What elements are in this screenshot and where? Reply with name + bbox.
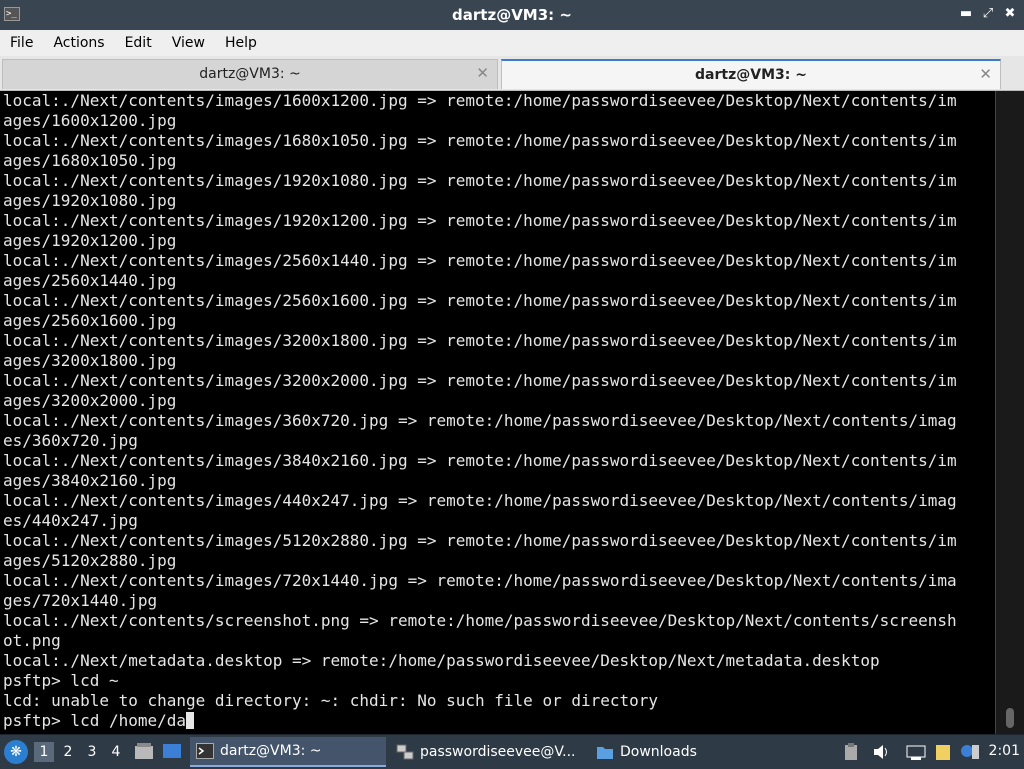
window-controls: ▬ ⤢ ✖ [958, 5, 1018, 23]
terminal-line: ages/1920x1200.jpg [3, 231, 177, 250]
terminal-line: es/360x720.jpg [3, 431, 138, 450]
terminal-prompt-line[interactable]: psftp> lcd /home/da [3, 711, 957, 731]
minimize-button[interactable]: ▬ [958, 5, 974, 23]
notes-icon[interactable] [934, 743, 952, 761]
text-cursor [186, 712, 195, 729]
menu-view[interactable]: View [162, 30, 215, 56]
network-icon [396, 744, 414, 760]
tab-2[interactable]: dartz@VM3: ~ ✕ [501, 59, 1001, 89]
terminal-line: local:./Next/contents/images/2560x1600.j… [3, 291, 957, 310]
terminal-line: local:./Next/contents/images/360x720.jpg… [3, 411, 957, 430]
tab-close-icon[interactable]: ✕ [476, 64, 489, 82]
notification-icon[interactable] [960, 743, 980, 761]
terminal-line: ages/2560x1600.jpg [3, 311, 177, 330]
file-manager-launcher-icon[interactable] [134, 742, 154, 760]
terminal-line: local:./Next/contents/images/1920x1080.j… [3, 171, 957, 190]
terminal-line: lcd: unable to change directory: ~: chdi… [3, 691, 659, 710]
menu-help[interactable]: Help [215, 30, 267, 56]
task-sftp-session[interactable]: passwordiseevee@V... [390, 737, 586, 767]
terminal-line: ages/1680x1050.jpg [3, 151, 177, 170]
tab-label: dartz@VM3: ~ [695, 67, 807, 83]
terminal-line: local:./Next/contents/screenshot.png => … [3, 611, 957, 630]
taskbar: ❋ 1 2 3 4 dartz@VM3: ~ passwordiseevee@V… [0, 734, 1024, 769]
terminal-line: local:./Next/metadata.desktop => remote:… [3, 651, 880, 670]
terminal-line: local:./Next/contents/images/1680x1050.j… [3, 131, 957, 150]
task-label: dartz@VM3: ~ [220, 743, 322, 759]
terminal-line: ages/1920x1080.jpg [3, 191, 177, 210]
menu-edit[interactable]: Edit [115, 30, 162, 56]
maximize-button[interactable]: ⤢ [980, 5, 996, 23]
terminal-line: local:./Next/contents/images/440x247.jpg… [3, 491, 957, 510]
task-terminal[interactable]: dartz@VM3: ~ [190, 737, 386, 767]
tab-1[interactable]: dartz@VM3: ~ ✕ [2, 59, 498, 89]
task-label: Downloads [620, 744, 697, 760]
terminal-line: local:./Next/contents/images/1920x1200.j… [3, 211, 957, 230]
tab-bar: dartz@VM3: ~ ✕ dartz@VM3: ~ ✕ [0, 56, 1024, 91]
terminal-line: local:./Next/contents/images/3200x2000.j… [3, 371, 957, 390]
close-button[interactable]: ✖ [1002, 5, 1018, 23]
scrollbar-thumb[interactable] [1006, 708, 1014, 728]
terminal-line: local:./Next/contents/images/5120x2880.j… [3, 531, 957, 550]
clock: 2:01 [988, 743, 1020, 759]
terminal-line: local:./Next/contents/images/1600x1200.j… [3, 91, 957, 110]
workspace-4[interactable]: 4 [106, 742, 126, 762]
terminal-scrollbar[interactable] [995, 91, 1024, 734]
show-desktop-icon[interactable] [162, 742, 182, 760]
terminal-line: ages/5120x2880.jpg [3, 551, 177, 570]
workspace-1[interactable]: 1 [34, 742, 54, 762]
terminal-output[interactable]: local:./Next/contents/images/1600x1200.j… [0, 91, 995, 734]
start-menu-icon[interactable]: ❋ [4, 740, 28, 764]
terminal-line: ot.png [3, 631, 61, 650]
title-bar: >_ dartz@VM3: ~ ▬ ⤢ ✖ [0, 0, 1024, 30]
terminal-line: local:./Next/contents/images/2560x1440.j… [3, 251, 957, 270]
terminal-line: es/440x247.jpg [3, 511, 138, 530]
terminal-line: ages/2560x1440.jpg [3, 271, 177, 290]
clipboard-icon[interactable] [842, 743, 860, 761]
menu-bar: File Actions Edit View Help [0, 30, 1024, 56]
folder-icon [597, 747, 613, 759]
terminal-icon [196, 743, 214, 759]
terminal-line: ages/3200x1800.jpg [3, 351, 177, 370]
volume-icon[interactable] [872, 743, 890, 761]
tab-label: dartz@VM3: ~ [199, 66, 301, 82]
terminal-line: ges/720x1440.jpg [3, 591, 158, 610]
terminal-line: local:./Next/contents/images/3840x2160.j… [3, 451, 957, 470]
workspace-2[interactable]: 2 [58, 742, 78, 762]
terminal-line: ages/1600x1200.jpg [3, 111, 177, 130]
task-label: passwordiseevee@V... [420, 744, 576, 760]
workspace-3[interactable]: 3 [82, 742, 102, 762]
terminal-line: psftp> lcd ~ [3, 671, 119, 690]
terminal-line: ages/3200x2000.jpg [3, 391, 177, 410]
task-downloads[interactable]: Downloads [590, 737, 786, 767]
terminal-line: local:./Next/contents/images/3200x1800.j… [3, 331, 957, 350]
terminal-lines: local:./Next/contents/images/1600x1200.j… [3, 91, 957, 731]
tab-close-icon[interactable]: ✕ [979, 65, 992, 83]
prompt-text: psftp> lcd /home/da [3, 711, 187, 730]
menu-actions[interactable]: Actions [43, 30, 114, 56]
window-title: dartz@VM3: ~ [452, 6, 572, 24]
menu-file[interactable]: File [0, 30, 43, 56]
network-status-icon[interactable] [906, 743, 926, 761]
terminal-line: local:./Next/contents/images/720x1440.jp… [3, 571, 957, 590]
terminal-line: ages/3840x2160.jpg [3, 471, 177, 490]
